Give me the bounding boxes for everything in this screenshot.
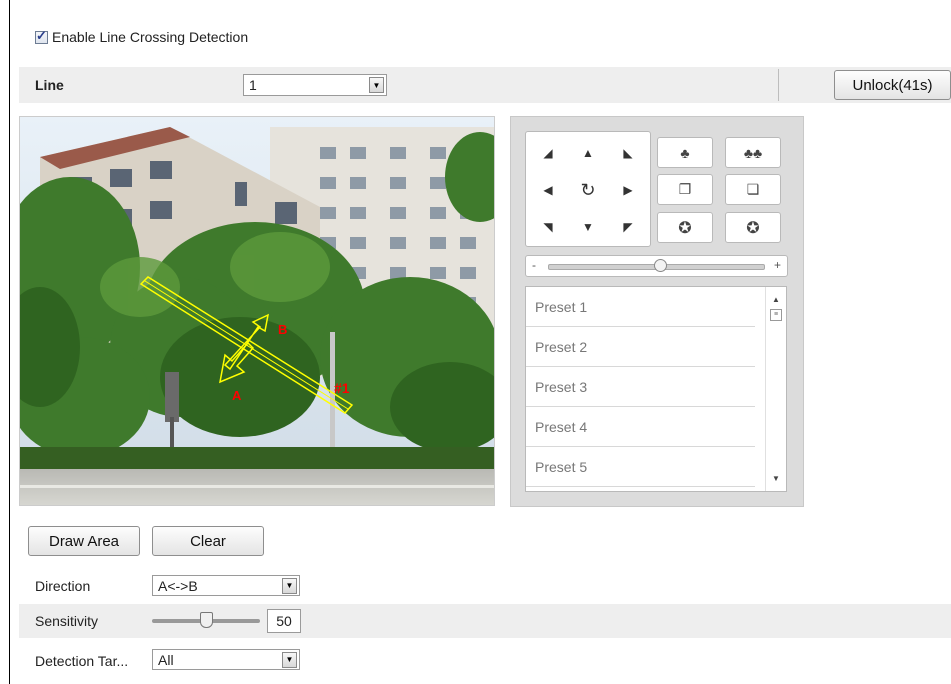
scroll-thumb-icon[interactable]: ≡ (770, 309, 782, 321)
scroll-up-icon[interactable]: ▲ (772, 295, 780, 304)
list-item[interactable]: Preset 5 (526, 447, 755, 487)
chevron-down-icon[interactable]: ▼ (282, 577, 297, 594)
marker-b: B (278, 322, 287, 337)
sensitivity-label: Sensitivity (35, 613, 99, 629)
sensitivity-value[interactable]: 50 (267, 609, 301, 633)
pan-up-right-icon[interactable]: ◣ (608, 135, 648, 171)
sensitivity-thumb[interactable] (200, 612, 213, 628)
focus-near-icon[interactable]: ❐ (657, 174, 713, 205)
focus-far-icon[interactable]: ❏ (725, 174, 781, 205)
enable-checkbox[interactable] (35, 28, 48, 44)
enable-label: Enable Line Crossing Detection (52, 29, 249, 45)
iris-open-icon[interactable]: ✪ (657, 212, 713, 243)
line-select[interactable]: 1 ▼ (243, 74, 387, 96)
list-item[interactable]: Preset 2 (526, 327, 755, 367)
direction-select[interactable]: A<->B ▼ (152, 575, 300, 596)
direction-select-value: A<->B (158, 577, 198, 594)
draw-area-button[interactable]: Draw Area (28, 526, 140, 556)
clear-button[interactable]: Clear (152, 526, 264, 556)
list-item[interactable]: Preset 4 (526, 407, 755, 447)
chevron-down-icon[interactable]: ▼ (369, 77, 384, 93)
marker-a: A (232, 388, 242, 403)
video-preview[interactable]: B A #1 (19, 116, 495, 506)
auto-pan-icon[interactable]: ↻ (568, 172, 608, 208)
preset-scrollbar[interactable]: ▲ ≡ ▼ (765, 287, 786, 491)
line-label: Line (35, 77, 64, 93)
pan-down-right-icon[interactable]: ◤ (608, 209, 648, 245)
line-tag: #1 (334, 380, 350, 396)
chevron-down-icon[interactable]: ▼ (282, 651, 297, 668)
pan-down-icon[interactable]: ▼ (568, 209, 608, 245)
divider (778, 69, 779, 101)
page-border (9, 0, 10, 684)
list-item[interactable]: Preset 1 (526, 287, 755, 327)
ptz-direction-pad: ◢ ▲ ◣ ◀ ↻ ▶ ◥ ▼ ◤ (525, 131, 651, 247)
detection-target-value: All (158, 651, 174, 668)
zoom-plus: + (773, 258, 781, 272)
ptz-speed-slider[interactable]: - + (525, 255, 788, 277)
scroll-down-icon[interactable]: ▼ (772, 474, 780, 483)
slider-thumb[interactable] (653, 259, 667, 272)
pan-up-icon[interactable]: ▲ (568, 135, 608, 171)
line-bar (19, 67, 951, 103)
ptz-panel: ◢ ▲ ◣ ◀ ↻ ▶ ◥ ▼ ◤ ♣ ♣♣ ❐ ❏ ✪ ✪ - + Prese… (510, 116, 804, 507)
video-scene: B A #1 (20, 117, 494, 505)
unlock-button[interactable]: Unlock(41s) (834, 70, 951, 100)
line-select-value: 1 (249, 77, 257, 93)
zoom-minus: - (532, 258, 536, 272)
pan-down-left-icon[interactable]: ◥ (528, 209, 568, 245)
pan-left-icon[interactable]: ◀ (528, 172, 568, 208)
enable-row[interactable]: Enable Line Crossing Detection (35, 27, 248, 47)
pan-right-icon[interactable]: ▶ (608, 172, 648, 208)
detection-target-select[interactable]: All ▼ (152, 649, 300, 670)
zoom-in-tree-icon[interactable]: ♣ (657, 137, 713, 168)
iris-close-icon[interactable]: ✪ (725, 212, 781, 243)
direction-label: Direction (35, 578, 91, 594)
pan-up-left-icon[interactable]: ◢ (528, 135, 568, 171)
detection-target-label: Detection Tar... (35, 653, 129, 669)
preset-list: Preset 1 Preset 2 Preset 3 Preset 4 Pres… (525, 286, 787, 492)
zoom-out-trees-icon[interactable]: ♣♣ (725, 137, 781, 168)
list-item[interactable]: Preset 3 (526, 367, 755, 407)
